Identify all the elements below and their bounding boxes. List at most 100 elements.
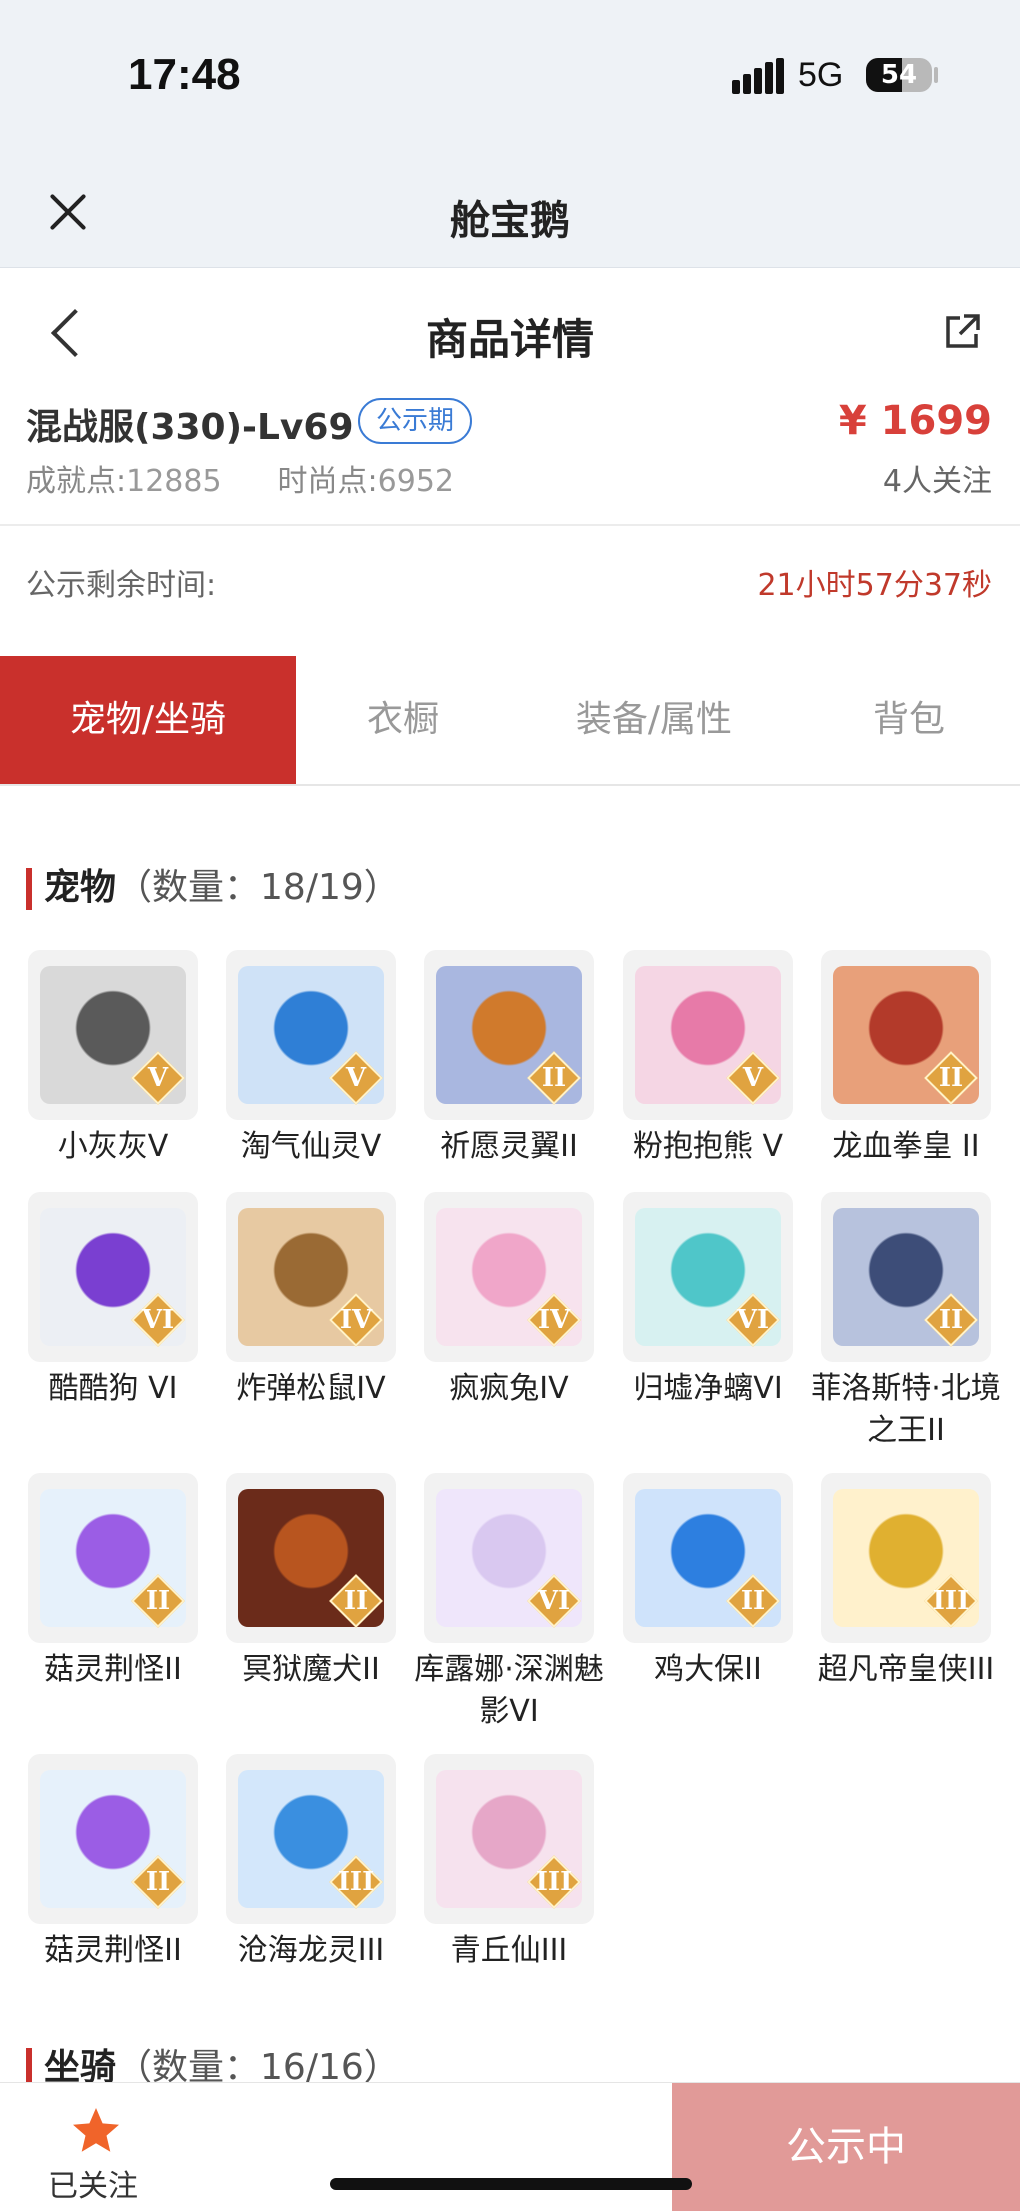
pet-name: 超凡帝皇侠III [817,1652,995,1687]
pet-item[interactable]: IV 炸弹松鼠IV [226,1192,398,1410]
rank-diamond-icon: VI [726,1293,780,1347]
battery-icon: 54 [866,58,932,92]
pet-card: III [424,1754,594,1924]
pets-section-title: 宠物 [44,867,117,908]
pet-item[interactable]: V 粉抱抱熊 V [623,950,795,1168]
pet-name: 粉抱抱熊 V [632,1129,784,1164]
pet-name: 库露娜·深渊魅影VI [414,1652,604,1729]
rank-label: II [541,1063,567,1093]
tab-equipment[interactable]: 装备/属性 [510,656,798,784]
rank-label: II [145,1867,171,1897]
pet-card: V [28,950,198,1120]
rank-label: II [145,1586,171,1616]
rank-diamond-icon: V [131,1051,185,1105]
pet-card: VI [28,1192,198,1362]
rank-label: V [742,1063,764,1093]
signal-icon [732,58,784,94]
rank-label: IV [537,1305,571,1335]
pet-card: II [28,1754,198,1924]
pet-name: 冥狱魔犬II [242,1652,380,1687]
pet-item[interactable]: III 青丘仙III [424,1754,596,1972]
pet-card: VI [424,1473,594,1643]
rank-diamond-icon: V [329,1051,383,1105]
pet-item[interactable]: II 菇灵荆怪II [28,1754,200,1972]
pet-item[interactable]: II 鸡大保II [623,1473,795,1691]
status-button[interactable]: 公示中 [672,2083,1020,2211]
follow-button[interactable]: 已关注 [0,2083,672,2211]
pet-card: III [821,1473,991,1643]
pet-card: II [424,950,594,1120]
fashion-label: 时尚点: [277,464,378,499]
achievement-label: 成就点: [26,464,127,499]
rank-diamond-icon: II [131,1855,185,1909]
rank-label: III [932,1586,970,1616]
share-icon[interactable] [942,312,982,352]
pet-card: V [226,950,396,1120]
pet-item[interactable]: II 祈愿灵翼II [424,950,596,1168]
rank-diamond-icon: VI [527,1574,581,1628]
pet-name: 淘气仙灵V [240,1129,382,1164]
follow-label: 已关注 [48,2169,138,2204]
pet-name: 归墟净螭VI [633,1371,783,1406]
pet-item[interactable]: VI 归墟净螭VI [623,1192,795,1410]
pet-item[interactable]: II 菲洛斯特·北境之王II [811,1192,1001,1452]
pet-name: 沧海龙灵III [237,1933,385,1968]
pet-item[interactable]: V 淘气仙灵V [226,950,398,1168]
page-title: 商品详情 [425,315,594,364]
tab-pets-mounts[interactable]: 宠物/坐骑 [0,656,296,784]
pet-name: 鸡大保II [654,1652,762,1687]
pet-name: 疯疯兔IV [449,1371,569,1406]
pet-card: II [821,950,991,1120]
rank-diamond-icon: V [726,1051,780,1105]
rank-label: II [938,1063,964,1093]
pets-section-header: 宠物（数量：18/19） [26,858,400,910]
rank-diamond-icon: II [924,1051,978,1105]
pet-card: VI [623,1192,793,1362]
rank-label: V [345,1063,367,1093]
pet-item[interactable]: III 沧海龙灵III [226,1754,398,1972]
app-bar: 舱宝鹅 [0,160,1020,268]
pet-card: IV [226,1192,396,1362]
tab-bar: 宠物/坐骑 衣橱 装备/属性 背包 [0,656,1020,786]
tab-bag[interactable]: 背包 [798,656,1020,784]
status-time: 17:48 [128,50,241,99]
price: ¥ 1699 [838,398,992,444]
pet-card: III [226,1754,396,1924]
rank-label: IV [339,1305,373,1335]
pet-item[interactable]: II 菇灵荆怪II [28,1473,200,1691]
pet-item[interactable]: IV 疯疯兔IV [424,1192,596,1410]
pet-item[interactable]: III 超凡帝皇侠III [818,1473,994,1691]
tab-wardrobe[interactable]: 衣橱 [296,656,510,784]
rank-diamond-icon: II [726,1574,780,1628]
countdown-label: 公示剩余时间: [26,568,217,603]
pet-card: II [28,1473,198,1643]
rank-diamond-icon: II [527,1051,581,1105]
battery-level: 54 [880,60,918,90]
pet-card: IV [424,1192,594,1362]
pet-name: 青丘仙III [450,1933,568,1968]
product-title: 混战服(330)-Lv69 [26,407,354,448]
rank-label: II [938,1305,964,1335]
pet-item[interactable]: V 小灰灰V [28,950,200,1168]
pet-card: V [623,950,793,1120]
rank-diamond-icon: VI [131,1293,185,1347]
rank-label: VI [537,1586,571,1616]
pet-name: 酷酷狗 VI [48,1371,178,1406]
rank-diamond-icon: II [329,1574,383,1628]
pet-name: 菲洛斯特·北境之王II [811,1371,1001,1448]
pet-item[interactable]: II 龙血拳皇 II [821,950,993,1168]
pet-item[interactable]: VI 酷酷狗 VI [28,1192,200,1410]
star-icon [73,2108,119,2152]
rank-diamond-icon: IV [329,1293,383,1347]
rank-diamond-icon: III [329,1855,383,1909]
home-indicator [330,2178,692,2190]
pet-item[interactable]: II 冥狱魔犬II [226,1473,398,1691]
pet-name: 炸弹松鼠IV [236,1371,386,1406]
pet-item[interactable]: VI 库露娜·深渊魅影VI [414,1473,604,1733]
divider [0,524,1020,526]
rank-label: III [337,1867,375,1897]
pet-card: II [821,1192,991,1362]
section-marker [26,868,32,910]
pets-section-count: （数量：18/19） [116,867,400,908]
rank-label: II [740,1586,766,1616]
